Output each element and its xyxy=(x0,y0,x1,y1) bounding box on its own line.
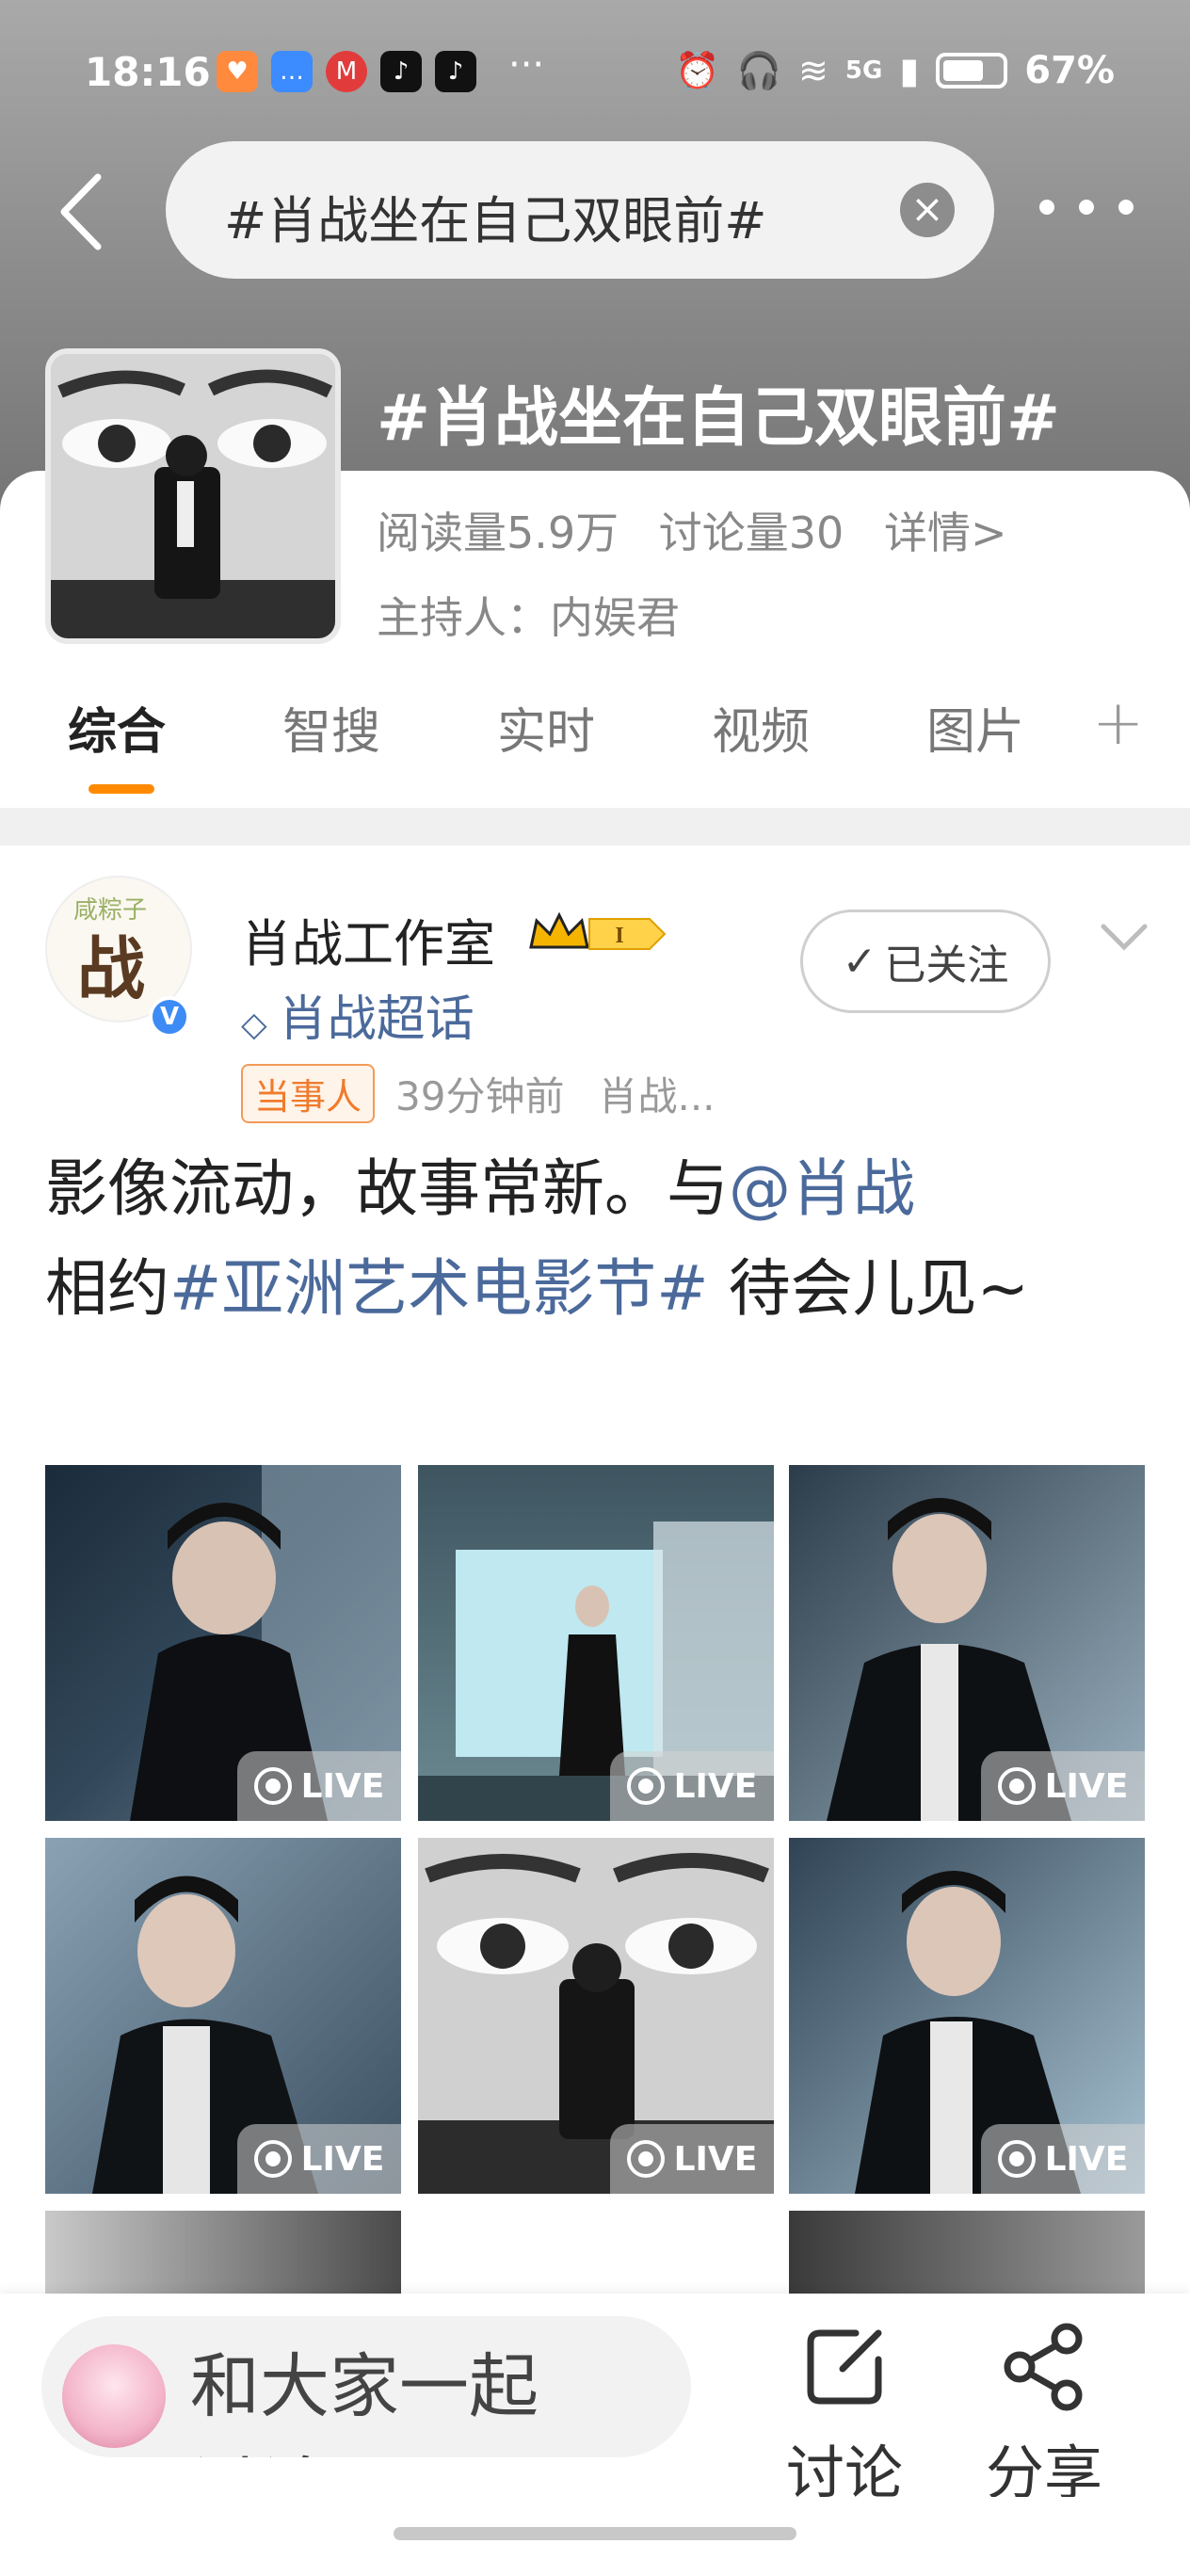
live-icon xyxy=(626,1767,665,1805)
more-notifications-icon: ··· xyxy=(508,43,545,87)
author-name[interactable]: 肖战工作室 xyxy=(241,902,495,976)
signal-icon: ▮ xyxy=(899,50,920,91)
check-icon: ✓ xyxy=(842,937,877,986)
post-image[interactable]: LIVE xyxy=(789,1838,1145,2194)
wifi-icon: ≋ xyxy=(798,50,828,91)
search-query: #肖战坐在自己双眼前# xyxy=(224,191,767,250)
live-label: LIVE xyxy=(300,2139,385,2179)
tab-realtime[interactable]: 实时 xyxy=(497,692,595,763)
live-badge: LIVE xyxy=(237,2124,401,2194)
diamond-icon: ◇ xyxy=(241,1006,267,1044)
live-label: LIVE xyxy=(300,1766,385,1806)
tab-video[interactable]: 视频 xyxy=(712,692,810,763)
notification-icons: ♥ … M ♪ ♪ xyxy=(217,51,476,92)
live-label: LIVE xyxy=(673,2139,758,2179)
post-image[interactable]: LIVE xyxy=(789,1465,1145,1821)
post-image[interactable]: LIVE xyxy=(418,1838,774,2194)
back-arrow-icon[interactable] xyxy=(53,169,109,254)
edit-icon xyxy=(807,2329,882,2405)
chevron-down-icon[interactable] xyxy=(1096,919,1152,957)
post-image[interactable]: LIVE xyxy=(45,1838,401,2194)
search-input[interactable]: #肖战坐在自己双眼前# × xyxy=(166,141,994,279)
share-icon xyxy=(1004,2323,1083,2411)
live-label: LIVE xyxy=(673,1766,758,1806)
tab-images[interactable]: 图片 xyxy=(926,692,1024,763)
post-text-part: 影像流动，故事常新。与 xyxy=(45,1152,729,1225)
status-indicators: ⏰ 🎧 ≋ 5G ▮ 67% xyxy=(675,49,1115,92)
home-indicator[interactable] xyxy=(394,2527,796,2540)
user-avatar xyxy=(62,2344,166,2448)
discuss-button[interactable]: 讨论 xyxy=(774,2322,915,2497)
post-source: 肖战... xyxy=(598,1073,716,1119)
live-label: LIVE xyxy=(1044,1766,1129,1806)
comment-placeholder: 和大家一起讨论 xyxy=(190,2346,539,2457)
tiktok-icon: ♪ xyxy=(435,51,476,92)
discussion-count: 讨论量30 xyxy=(658,507,844,558)
live-badge: LIVE xyxy=(610,1751,774,1821)
post-time: 39分钟前 xyxy=(395,1073,565,1119)
alarm-icon: ⏰ xyxy=(675,49,720,91)
supertopic-label: 肖战超话 xyxy=(278,991,474,1048)
topic-cover-art xyxy=(51,354,335,638)
clear-icon[interactable]: × xyxy=(900,183,955,237)
topic-cover-image[interactable] xyxy=(45,348,341,644)
follow-button[interactable]: ✓ 已关注 xyxy=(800,910,1051,1013)
topic-title: #肖战坐在自己双眼前# xyxy=(377,381,1060,456)
topic-stats: 阅读量5.9万 讨论量30 详情> xyxy=(377,499,1034,561)
active-tab-indicator xyxy=(88,784,154,794)
post-image[interactable] xyxy=(789,2211,1145,2295)
share-label: 分享 xyxy=(985,2440,1102,2497)
live-icon xyxy=(997,2140,1036,2178)
live-icon xyxy=(626,2140,665,2178)
avatar-logo: 战 xyxy=(77,929,146,1008)
follow-label: 已关注 xyxy=(884,942,1009,990)
tiktok-icon: ♪ xyxy=(380,51,422,92)
heart-app-icon: ♥ xyxy=(217,51,258,92)
supertopic-link[interactable]: ◇ 肖战超话 xyxy=(241,979,474,1050)
hashtag-link[interactable]: #亚洲艺术电影节# xyxy=(169,1252,709,1325)
post-meta: 当事人 39分钟前 肖战... xyxy=(241,1064,716,1123)
post-text: 影像流动，故事常新。与@肖战 相约#亚洲艺术电影节# 待会儿见~ xyxy=(45,1139,1147,1339)
read-count: 阅读量5.9万 xyxy=(377,507,619,558)
post-text-part: 待会儿见~ xyxy=(708,1252,1029,1325)
svg-text:I: I xyxy=(615,924,623,948)
party-badge: 当事人 xyxy=(241,1064,376,1123)
live-badge: LIVE xyxy=(237,1751,401,1821)
tab-comprehensive[interactable]: 综合 xyxy=(68,692,166,763)
comment-input[interactable]: 和大家一起讨论 xyxy=(41,2316,691,2457)
status-bar: 18:16 ♥ … M ♪ ♪ ··· ⏰ 🎧 ≋ 5G ▮ 67% xyxy=(0,0,1190,151)
more-menu-icon[interactable] xyxy=(1039,188,1134,226)
crown-level-icon: I xyxy=(529,911,667,950)
tab-smart-search[interactable]: 智搜 xyxy=(282,692,380,763)
live-icon xyxy=(253,1767,292,1805)
post-image[interactable]: LIVE xyxy=(418,1465,774,1821)
share-button[interactable]: 分享 xyxy=(973,2322,1115,2497)
status-time: 18:16 xyxy=(85,49,211,95)
live-badge: LIVE xyxy=(981,2124,1145,2194)
post-text-part: 相约 xyxy=(45,1252,169,1325)
metro-app-icon: M xyxy=(326,51,367,92)
live-icon xyxy=(997,1767,1036,1805)
battery-icon xyxy=(936,53,1008,89)
verified-icon: V xyxy=(149,996,190,1038)
topic-host: 主持人：内娱君 xyxy=(377,592,680,643)
details-link[interactable]: 详情> xyxy=(884,507,1007,558)
discuss-label: 讨论 xyxy=(785,2440,903,2497)
live-badge: LIVE xyxy=(981,1751,1145,1821)
headphones-icon: 🎧 xyxy=(736,49,782,91)
mention-link[interactable]: @肖战 xyxy=(729,1152,915,1225)
network-label: 5G xyxy=(844,56,883,85)
section-divider xyxy=(0,808,1190,845)
message-app-icon: … xyxy=(271,51,313,92)
post-image[interactable] xyxy=(45,2211,401,2295)
tab-bar: 综合 智搜 实时 视频 图片 + xyxy=(0,686,1190,805)
battery-percent: 67% xyxy=(1024,49,1115,92)
live-icon xyxy=(253,2140,292,2178)
live-badge: LIVE xyxy=(610,2124,774,2194)
add-tab-icon[interactable]: + xyxy=(1092,686,1144,759)
post-image[interactable]: LIVE xyxy=(45,1465,401,1821)
live-label: LIVE xyxy=(1044,2139,1129,2179)
